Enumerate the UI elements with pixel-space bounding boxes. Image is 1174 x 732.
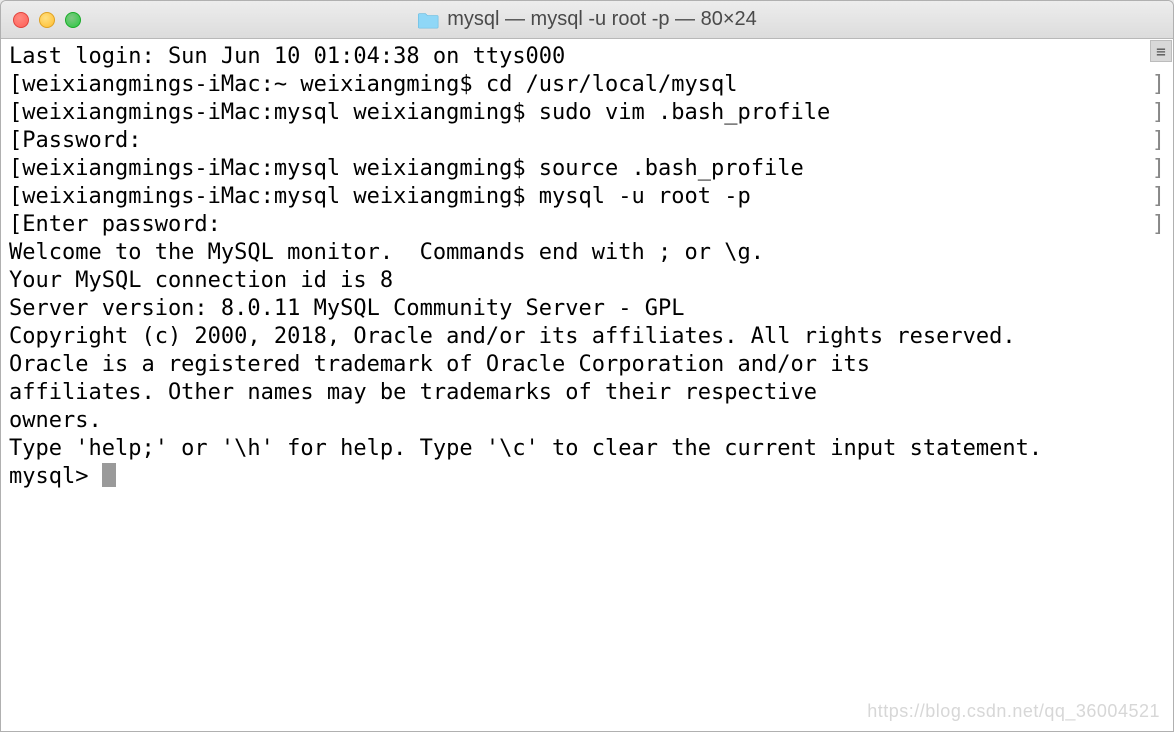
terminal-line: [weixiangmings-iMac:~ weixiangming$ cd /… (9, 71, 1165, 99)
window-title: mysql — mysql -u root -p — 80×24 (447, 8, 757, 31)
line-text: owners. (9, 408, 102, 433)
traffic-lights (13, 12, 81, 28)
line-text: Last login: Sun Jun 10 01:04:38 on ttys0… (9, 44, 565, 69)
right-bracket: ] (1152, 155, 1165, 183)
terminal-window: mysql — mysql -u root -p — 80×24 Last lo… (0, 0, 1174, 732)
left-bracket: [ (9, 183, 22, 211)
hamburger-icon: ≡ (1156, 42, 1166, 61)
terminal-line: Oracle is a registered trademark of Orac… (9, 351, 1165, 379)
line-text: weixiangmings-iMac:mysql weixiangming$ m… (22, 183, 750, 211)
left-bracket: [ (9, 127, 22, 155)
left-bracket: [ (9, 71, 22, 99)
right-bracket: ] (1152, 183, 1165, 211)
line-text: Copyright (c) 2000, 2018, Oracle and/or … (9, 324, 1016, 349)
terminal-line: [Enter password:] (9, 211, 1165, 239)
line-text: Oracle is a registered trademark of Orac… (9, 352, 870, 377)
line-text: Enter password: (22, 211, 221, 239)
line-text: Type 'help;' or '\h' for help. Type '\c'… (9, 436, 1042, 461)
terminal-line: owners. (9, 407, 1165, 435)
line-text: weixiangmings-iMac:mysql weixiangming$ s… (22, 99, 830, 127)
line-text: Your MySQL connection id is 8 (9, 268, 393, 293)
left-bracket: [ (9, 155, 22, 183)
right-bracket: ] (1152, 211, 1165, 239)
folder-icon (417, 11, 439, 29)
window-title-group: mysql — mysql -u root -p — 80×24 (417, 8, 757, 31)
terminal-line: Copyright (c) 2000, 2018, Oracle and/or … (9, 323, 1165, 351)
line-text: Password: (22, 127, 141, 155)
right-bracket: ] (1152, 99, 1165, 127)
terminal-line: affiliates. Other names may be trademark… (9, 379, 1165, 407)
titlebar[interactable]: mysql — mysql -u root -p — 80×24 (1, 1, 1173, 39)
maximize-button[interactable] (65, 12, 81, 28)
left-bracket: [ (9, 211, 22, 239)
prompt-line[interactable]: mysql> (9, 463, 1165, 491)
terminal-line: Your MySQL connection id is 8 (9, 267, 1165, 295)
line-text: affiliates. Other names may be trademark… (9, 380, 817, 405)
terminal-line: [Password:] (9, 127, 1165, 155)
left-bracket: [ (9, 99, 22, 127)
line-text: Welcome to the MySQL monitor. Commands e… (9, 240, 764, 265)
terminal-line: Welcome to the MySQL monitor. Commands e… (9, 239, 1165, 267)
scroll-indicator[interactable]: ≡ (1150, 40, 1172, 62)
mysql-prompt: mysql> (9, 464, 102, 489)
line-text: Server version: 8.0.11 MySQL Community S… (9, 296, 685, 321)
right-bracket: ] (1152, 127, 1165, 155)
terminal-line: Last login: Sun Jun 10 01:04:38 on ttys0… (9, 43, 1165, 71)
right-bracket: ] (1152, 71, 1165, 99)
terminal-line: [weixiangmings-iMac:mysql weixiangming$ … (9, 155, 1165, 183)
terminal-line: Type 'help;' or '\h' for help. Type '\c'… (9, 435, 1165, 463)
line-text: weixiangmings-iMac:mysql weixiangming$ s… (22, 155, 803, 183)
terminal-line: [weixiangmings-iMac:mysql weixiangming$ … (9, 183, 1165, 211)
terminal-line: [weixiangmings-iMac:mysql weixiangming$ … (9, 99, 1165, 127)
close-button[interactable] (13, 12, 29, 28)
terminal-line: Server version: 8.0.11 MySQL Community S… (9, 295, 1165, 323)
cursor (102, 463, 116, 487)
minimize-button[interactable] (39, 12, 55, 28)
terminal-body[interactable]: Last login: Sun Jun 10 01:04:38 on ttys0… (1, 39, 1173, 731)
line-text: weixiangmings-iMac:~ weixiangming$ cd /u… (22, 71, 737, 99)
